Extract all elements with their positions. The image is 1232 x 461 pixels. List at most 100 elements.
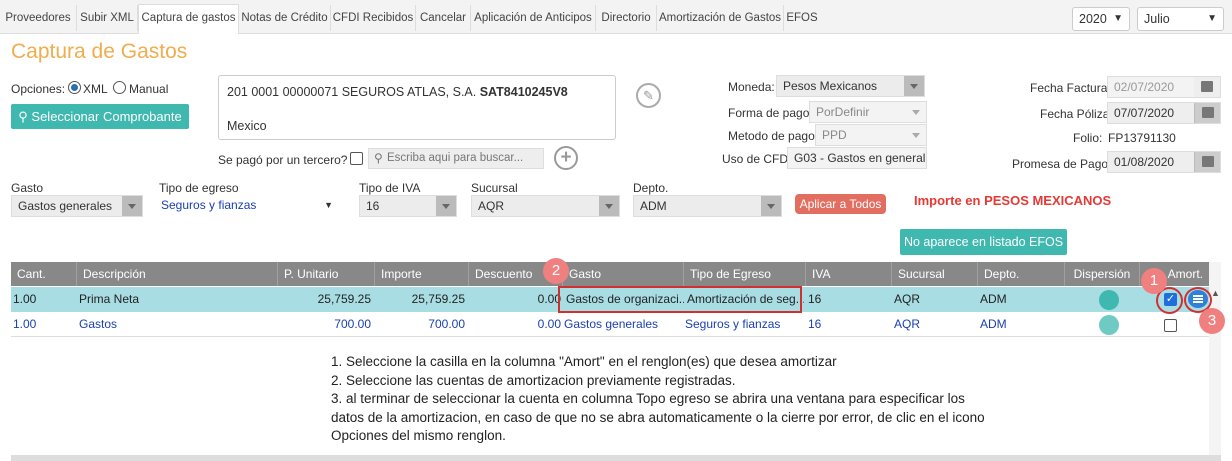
instruction-1: 1. Seleccione la casilla en la columna "… — [331, 354, 837, 369]
fecha-poliza-value: 07/07/2020 — [1114, 106, 1175, 120]
tipo-iva-select[interactable]: 16 — [359, 195, 457, 217]
chevron-down-icon: ▼ — [1113, 13, 1123, 24]
calendar-icon[interactable] — [1194, 103, 1220, 123]
cell-punit: 25,759.25 — [317, 292, 371, 306]
cell-tipo[interactable]: Seguros y fianzas — [685, 312, 802, 337]
vertical-scrollbar[interactable]: ▲ — [1209, 262, 1221, 455]
cell-descuento: 0.00 — [537, 292, 561, 306]
cell-cant: 1.00 — [13, 317, 37, 331]
sucursal-select[interactable]: AQR — [471, 195, 620, 217]
scroll-up-icon[interactable]: ▲ — [1211, 288, 1220, 298]
col-tipo-egreso[interactable]: Tipo de Egreso — [684, 262, 806, 286]
fecha-poliza-input[interactable]: 07/07/2020 — [1107, 102, 1221, 124]
tab-amortizacion[interactable]: Amortización de Gastos — [657, 5, 784, 31]
dispersion-icon[interactable] — [1099, 315, 1119, 335]
tipo-iva-value: 16 — [366, 199, 380, 213]
tab-proveedores[interactable]: Proveedores — [0, 5, 77, 31]
table-row[interactable]: 1.00 Gastos 700.00 700.00 0.00 Gastos ge… — [11, 312, 1221, 337]
tab-directorio[interactable]: Directorio — [596, 5, 657, 31]
instructions: 1. Seleccione la casilla en la columna "… — [331, 353, 991, 446]
col-depto[interactable]: Depto. — [978, 262, 1065, 286]
chevron-down-icon: ▼ — [324, 200, 333, 210]
month-value: Julio — [1144, 12, 1170, 26]
col-dispersion[interactable]: Dispersión — [1065, 262, 1140, 286]
manual-radio[interactable] — [113, 81, 126, 94]
col-importe[interactable]: Importe — [375, 262, 469, 286]
cell-gasto[interactable]: Gastos generales — [564, 312, 682, 337]
month-select[interactable]: Julio ▼ — [1137, 7, 1224, 31]
tab-captura-gastos[interactable]: Captura de gastos — [138, 4, 239, 34]
uso-cfdi-select[interactable]: G03 - Gastos en general — [787, 147, 927, 169]
promesa-pago-value: 01/08/2020 — [1114, 155, 1175, 169]
calendar-icon — [1194, 77, 1220, 97]
gasto-value: Gastos generales — [18, 199, 113, 213]
xml-radio[interactable] — [68, 81, 81, 94]
cell-iva: 16 — [808, 292, 822, 306]
uso-cfdi-value: G03 - Gastos en general — [794, 151, 926, 165]
search-third-party-input[interactable]: ⚲ Escriba aqui para buscar... — [368, 148, 544, 169]
grid-header: Cant. Descripción P. Unitario Importe De… — [11, 262, 1221, 286]
apply-all-button[interactable]: Aplicar a Todos — [795, 194, 886, 214]
third-party-checkbox[interactable] — [350, 152, 363, 165]
year-select[interactable]: 2020 ▼ — [1072, 7, 1130, 31]
add-circle-icon[interactable]: + — [554, 146, 578, 170]
options-label: Opciones: — [11, 82, 66, 96]
moneda-select[interactable]: Pesos Mexicanos — [776, 75, 925, 97]
search-icon: ⚲ — [18, 109, 32, 124]
select-comprobante-label: Seleccionar Comprobante — [31, 109, 182, 124]
cell-sucursal: AQR — [894, 317, 921, 331]
cell-depto: ADM — [980, 317, 1007, 331]
search-icon: ⚲ — [374, 151, 383, 165]
col-iva[interactable]: IVA — [806, 262, 892, 286]
tab-subir-xml[interactable]: Subir XML — [77, 5, 138, 31]
xml-label: XML — [83, 82, 108, 96]
cell-importe: 25,759.25 — [411, 292, 465, 306]
gasto-select[interactable]: Gastos generales — [11, 195, 143, 217]
col-descripcion[interactable]: Descripción — [77, 262, 278, 286]
provider-line: 201 0001 00000071 SEGUROS ATLAS, S.A. SA… — [227, 85, 568, 99]
col-punitario[interactable]: P. Unitario — [278, 262, 375, 286]
col-gasto[interactable]: Gasto — [563, 262, 684, 286]
amort-checkbox[interactable] — [1164, 319, 1177, 332]
instruction-3: 3. al terminar de seleccionar la cuenta … — [331, 391, 985, 443]
col-cant[interactable]: Cant. — [11, 262, 77, 286]
dispersion-icon[interactable] — [1099, 290, 1119, 310]
efos-button[interactable]: No aparece en listado EFOS — [900, 229, 1067, 255]
promesa-pago-label: Promesa de Pago: — [1012, 157, 1112, 171]
edit-pencil-icon[interactable]: ✎ — [636, 83, 661, 108]
depto-select[interactable]: ADM — [633, 195, 782, 217]
tab-efos[interactable]: EFOS — [784, 5, 820, 31]
tipo-egreso-select[interactable]: Seguros y fianzas ▼ — [159, 195, 339, 217]
chevron-down-icon — [436, 196, 456, 216]
moneda-value: Pesos Mexicanos — [783, 79, 878, 93]
metodo-pago-label: Metodo de pago: — [728, 129, 819, 143]
tab-notas-credito[interactable]: Notas de Crédito — [239, 5, 331, 31]
folio-value: FP13791130 — [1108, 131, 1176, 145]
calendar-icon[interactable] — [1194, 152, 1220, 172]
cell-sucursal: AQR — [894, 292, 921, 306]
horizontal-scrollbar[interactable] — [11, 455, 1221, 461]
cell-desc: Prima Neta — [79, 292, 140, 306]
col-sucursal[interactable]: Sucursal — [892, 262, 978, 286]
provider-box: 201 0001 00000071 SEGUROS ATLAS, S.A. SA… — [218, 75, 616, 140]
tab-cfdi-recibidos[interactable]: CFDI Recibidos — [331, 5, 416, 31]
instruction-2: 2. Seleccione las cuentas de amortizacio… — [331, 372, 736, 388]
metodo-pago-select[interactable]: PPD — [815, 124, 927, 146]
promesa-pago-input[interactable]: 01/08/2020 — [1107, 151, 1221, 173]
gasto-label: Gasto — [11, 181, 44, 195]
fecha-factura-input[interactable]: 02/07/2020 — [1107, 76, 1221, 98]
manual-label: Manual — [129, 82, 169, 96]
depto-label: Depto. — [633, 181, 669, 195]
tab-aplicacion-anticipos[interactable]: Aplicación de Anticipos — [471, 5, 596, 31]
cell-punit: 700.00 — [334, 317, 371, 331]
forma-pago-select[interactable]: PorDefinir — [809, 101, 927, 123]
tab-cancelar[interactable]: Cancelar — [416, 5, 471, 31]
moneda-label: Moneda: — [728, 80, 775, 94]
depto-value: ADM — [640, 199, 667, 213]
top-nav: Proveedores Subir XML Captura de gastos … — [0, 0, 1232, 34]
select-comprobante-button[interactable]: ⚲ Seleccionar Comprobante — [11, 104, 189, 129]
third-party-label: Se pagó por un tercero? — [218, 153, 348, 167]
fecha-factura-value: 02/07/2020 — [1114, 80, 1175, 94]
tipo-iva-label: Tipo de IVA — [359, 181, 421, 195]
cell-depto: ADM — [980, 292, 1007, 306]
